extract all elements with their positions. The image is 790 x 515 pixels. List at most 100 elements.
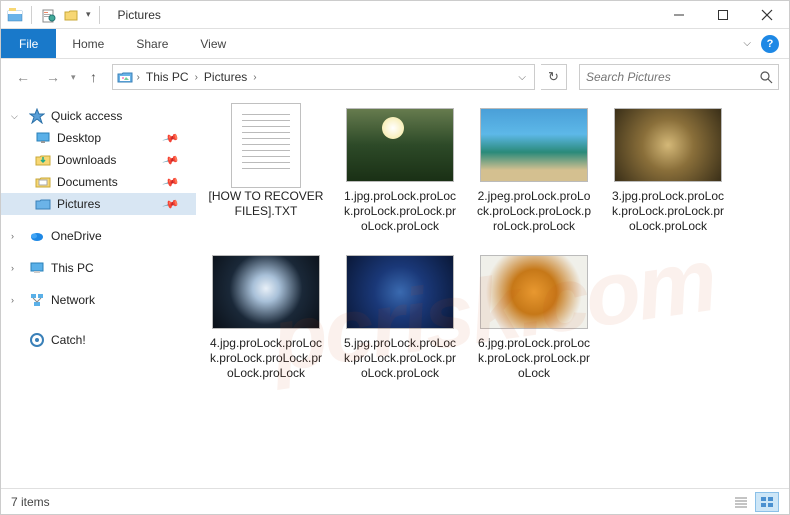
file-label: 6.jpg.proLock.proLock.proLock.proLock.pr…: [476, 336, 592, 381]
sidebar-onedrive[interactable]: › OneDrive: [1, 225, 196, 247]
file-label: 2.jpeg.proLock.proLock.proLock.proLock.p…: [476, 189, 592, 234]
sidebar-this-pc[interactable]: › This PC: [1, 257, 196, 279]
file-label: 4.jpg.proLock.proLock.proLock.proLock.pr…: [208, 336, 324, 381]
quick-access-icon: [29, 108, 45, 124]
pin-icon: 📌: [162, 195, 180, 213]
file-label: 5.jpg.proLock.proLock.proLock.proLock.pr…: [342, 336, 458, 381]
properties-icon[interactable]: [40, 6, 58, 24]
sidebar-pictures[interactable]: Pictures 📌: [1, 193, 196, 215]
chevron-right-icon[interactable]: ›: [251, 72, 258, 83]
window-controls: [657, 1, 789, 29]
file-item[interactable]: 1.jpg.proLock.proLock.proLock.proLock.pr…: [342, 105, 458, 234]
catch-icon: [29, 332, 45, 348]
ribbon-expand-icon[interactable]: ⌵: [743, 38, 751, 49]
file-item[interactable]: 3.jpg.proLock.proLock.proLock.proLock.pr…: [610, 105, 726, 234]
file-thumbnail: [211, 252, 321, 332]
sidebar-label: Quick access: [51, 109, 122, 123]
file-thumbnail: [345, 105, 455, 185]
file-thumbnail: [345, 252, 455, 332]
large-icons-view-button[interactable]: [755, 492, 779, 512]
text-file-icon: [231, 103, 301, 188]
pin-icon: 📌: [162, 173, 180, 191]
image-thumbnail: [480, 255, 588, 329]
file-label: [HOW TO RECOVER FILES].TXT: [208, 189, 324, 219]
file-thumbnail: [211, 105, 321, 185]
expand-caret-icon[interactable]: ›: [11, 231, 21, 241]
sidebar-label: Downloads: [57, 153, 116, 167]
address-bar[interactable]: › This PC › Pictures › ⌵: [112, 64, 535, 90]
image-thumbnail: [614, 108, 722, 182]
image-thumbnail: [346, 108, 454, 182]
address-dropdown-icon[interactable]: ⌵: [514, 72, 530, 83]
file-item[interactable]: 6.jpg.proLock.proLock.proLock.proLock.pr…: [476, 252, 592, 381]
body: ⌵ Quick access Desktop 📌 Downloads 📌: [1, 95, 789, 488]
search-input[interactable]: [580, 70, 754, 84]
forward-button[interactable]: →: [41, 65, 65, 89]
sidebar-label: Catch!: [51, 333, 86, 347]
window-title: Pictures: [118, 8, 161, 22]
history-dropdown-icon[interactable]: ▾: [71, 72, 76, 83]
pictures-icon: [35, 196, 51, 212]
explorer-window: ▾ Pictures File Home Share View ⌵ ? ←: [0, 0, 790, 515]
quick-access-toolbar: ▾ Pictures: [1, 6, 161, 24]
ribbon-file-tab[interactable]: File: [1, 29, 56, 58]
new-folder-icon[interactable]: [62, 6, 80, 24]
sidebar-label: Network: [51, 293, 95, 307]
pin-icon: 📌: [162, 151, 180, 169]
details-view-button[interactable]: [729, 492, 753, 512]
sidebar-label: Pictures: [57, 197, 100, 211]
image-thumbnail: [212, 255, 320, 329]
search-icon[interactable]: [754, 71, 778, 84]
close-button[interactable]: [745, 1, 789, 29]
downloads-icon: [35, 152, 51, 168]
chevron-right-icon[interactable]: ›: [135, 72, 142, 83]
expand-caret-icon[interactable]: ›: [11, 295, 21, 305]
back-button[interactable]: ←: [11, 65, 35, 89]
image-thumbnail: [346, 255, 454, 329]
file-view[interactable]: pcrisk.com [HOW TO RECOVER FILES].TXT 1.…: [196, 95, 789, 488]
navigation-bar: ← → ▾ ↑ › This PC › Pictures › ⌵ ↻: [1, 59, 789, 95]
status-bar: 7 items: [1, 488, 789, 514]
item-count: 7 items: [11, 495, 50, 509]
sidebar-network[interactable]: › Network: [1, 289, 196, 311]
ribbon-home-tab[interactable]: Home: [56, 29, 120, 58]
file-item[interactable]: 2.jpeg.proLock.proLock.proLock.proLock.p…: [476, 105, 592, 234]
ribbon-view-tab[interactable]: View: [184, 29, 242, 58]
onedrive-icon: [29, 228, 45, 244]
separator: [99, 6, 100, 24]
sidebar-downloads[interactable]: Downloads 📌: [1, 149, 196, 171]
sidebar-documents[interactable]: Documents 📌: [1, 171, 196, 193]
maximize-button[interactable]: [701, 1, 745, 29]
expand-caret-icon[interactable]: ›: [11, 263, 21, 273]
sidebar-label: OneDrive: [51, 229, 102, 243]
file-item[interactable]: 4.jpg.proLock.proLock.proLock.proLock.pr…: [208, 252, 324, 381]
this-pc-icon: [29, 260, 45, 276]
up-button[interactable]: ↑: [82, 65, 106, 89]
file-label: 3.jpg.proLock.proLock.proLock.proLock.pr…: [610, 189, 726, 234]
sidebar-catch[interactable]: › Catch!: [1, 329, 196, 351]
sidebar-quick-access[interactable]: ⌵ Quick access: [1, 105, 196, 127]
help-icon[interactable]: ?: [761, 35, 779, 53]
documents-icon: [35, 174, 51, 190]
file-thumbnail: [613, 105, 723, 185]
file-label: 1.jpg.proLock.proLock.proLock.proLock.pr…: [342, 189, 458, 234]
minimize-button[interactable]: [657, 1, 701, 29]
sidebar-label: This PC: [51, 261, 94, 275]
expand-caret-icon[interactable]: ⌵: [11, 111, 21, 122]
ribbon-share-tab[interactable]: Share: [120, 29, 184, 58]
pin-icon: 📌: [162, 129, 180, 147]
search-box[interactable]: [579, 64, 779, 90]
file-thumbnail: [479, 252, 589, 332]
sidebar-label: Desktop: [57, 131, 101, 145]
file-item[interactable]: 5.jpg.proLock.proLock.proLock.proLock.pr…: [342, 252, 458, 381]
qat-dropdown-icon[interactable]: ▾: [86, 9, 91, 20]
network-icon: [29, 292, 45, 308]
breadcrumb-this-pc[interactable]: This PC: [144, 70, 191, 84]
file-item[interactable]: [HOW TO RECOVER FILES].TXT: [208, 105, 324, 234]
refresh-button[interactable]: ↻: [541, 64, 567, 90]
sidebar-desktop[interactable]: Desktop 📌: [1, 127, 196, 149]
image-thumbnail: [480, 108, 588, 182]
file-thumbnail: [479, 105, 589, 185]
chevron-right-icon[interactable]: ›: [193, 72, 200, 83]
breadcrumb-pictures[interactable]: Pictures: [202, 70, 249, 84]
